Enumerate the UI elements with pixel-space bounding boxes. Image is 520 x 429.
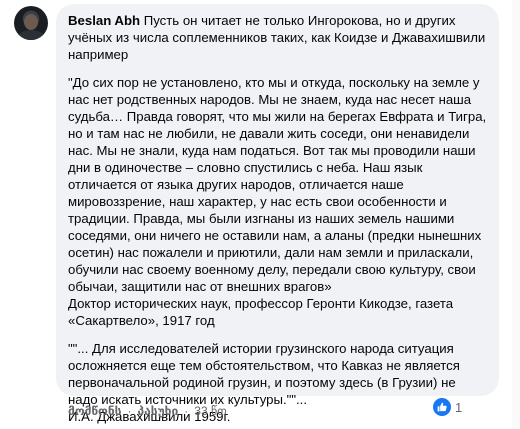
comment-author[interactable]: Beslan Abh xyxy=(68,13,140,28)
like-reaction-icon xyxy=(433,398,451,416)
reaction-summary[interactable]: 1 xyxy=(433,398,462,416)
like-button[interactable]: მომწონს xyxy=(68,404,121,418)
comment-timestamp[interactable]: 33 წთ xyxy=(194,404,227,418)
thumbs-up-icon xyxy=(437,402,447,412)
quote-kikodze: "До сих пор не установлено, кто мы и отк… xyxy=(68,75,490,294)
comment-bubble: Beslan Abh Пусть он читает не только Инг… xyxy=(56,4,499,424)
quote-kikodze-source: Доктор исторических наук, профессор Геро… xyxy=(68,296,457,328)
avatar[interactable] xyxy=(14,6,48,40)
quote-javakhishvili: ""... Для исследователей истории грузинс… xyxy=(68,341,464,407)
avatar-shoulders xyxy=(17,30,45,40)
reply-button[interactable]: პასუხი xyxy=(137,404,178,418)
comment-intro: Beslan Abh Пусть он читает не только Инг… xyxy=(68,12,487,63)
separator: · xyxy=(184,404,189,418)
separator: · xyxy=(127,404,132,418)
scrollbar[interactable] xyxy=(512,0,520,429)
reaction-count: 1 xyxy=(455,399,463,415)
avatar-face xyxy=(24,14,38,30)
comment-actions: მომწონს · პასუხი · 33 წთ xyxy=(68,404,227,418)
